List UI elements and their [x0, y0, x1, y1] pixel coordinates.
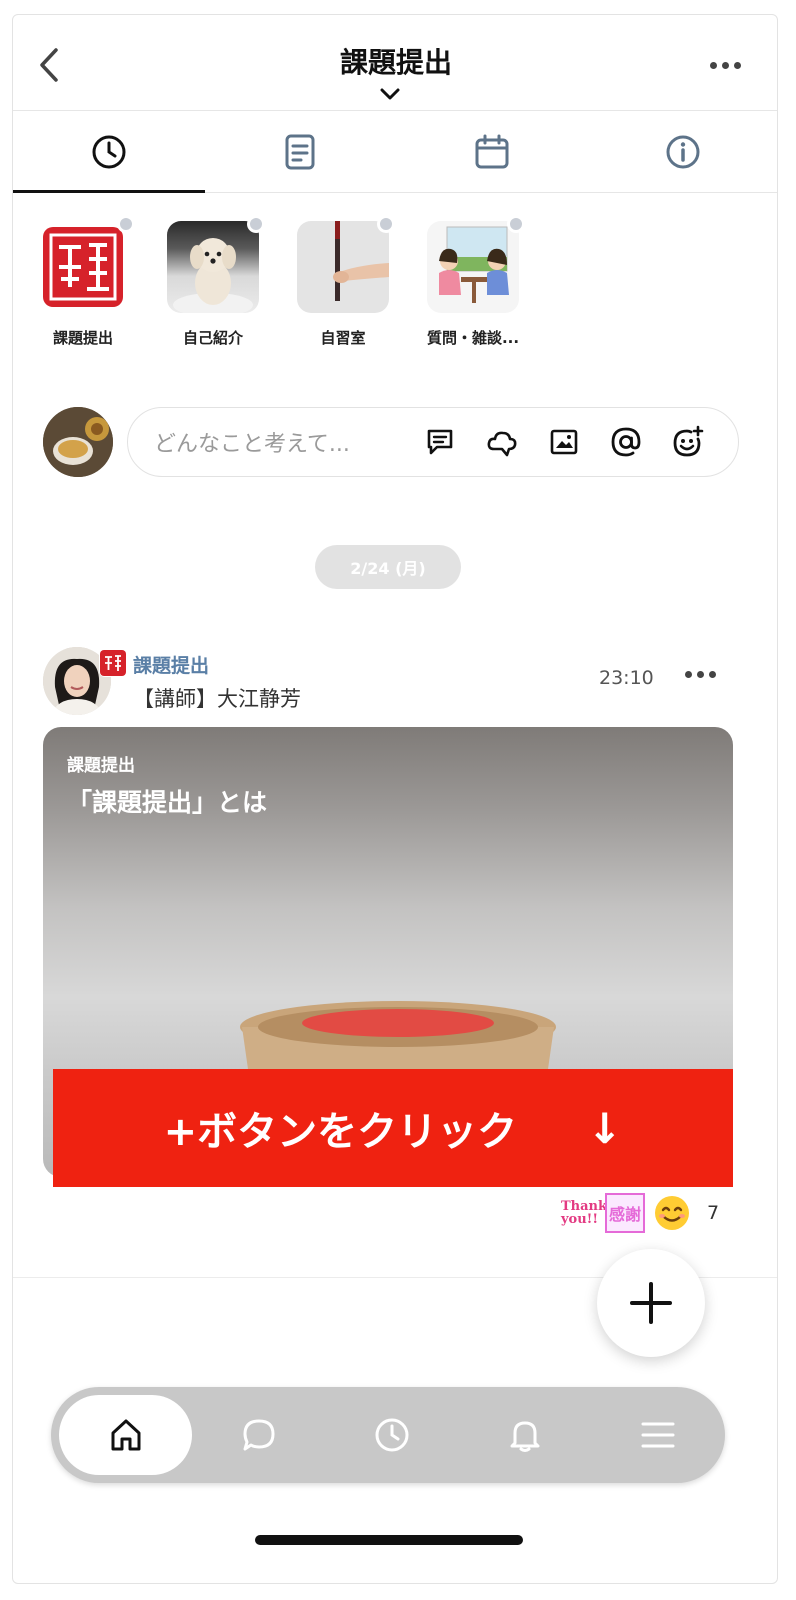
- plus-icon: [630, 1282, 672, 1324]
- clock-icon: [375, 1418, 409, 1452]
- chevron-down-icon[interactable]: [378, 85, 402, 103]
- nav-chat[interactable]: [192, 1395, 325, 1475]
- reaction-count: 7: [707, 1202, 720, 1224]
- bottom-nav: [51, 1387, 725, 1483]
- smile-emoji-icon[interactable]: [653, 1194, 691, 1232]
- menu-icon: [641, 1422, 675, 1448]
- nav-notifications[interactable]: [459, 1395, 592, 1475]
- tab-bar: [13, 111, 778, 193]
- unread-dot: [507, 215, 525, 233]
- calendar-icon: [475, 134, 509, 168]
- card-title: 「課題提出」とは: [67, 788, 268, 817]
- tab-documents[interactable]: [205, 111, 397, 192]
- channel-item-study-room[interactable]: 自習室: [297, 215, 395, 348]
- app-screen: 課題提出 課題提出 自己紹介 自習室 質問・雑談... どんなこと考えて... …: [12, 14, 778, 1584]
- post-author-name[interactable]: 【講師】大江静芳: [133, 683, 301, 713]
- channel-item-questions[interactable]: 質問・雑談...: [426, 215, 525, 348]
- document-icon: [285, 134, 315, 169]
- info-icon: [666, 135, 700, 168]
- clock-icon: [92, 135, 126, 168]
- message-icon[interactable]: [422, 424, 458, 460]
- unread-dot: [377, 215, 395, 233]
- card-kicker: 課題提出: [67, 756, 135, 776]
- page-title[interactable]: 課題提出: [13, 41, 777, 81]
- bell-icon: [510, 1421, 540, 1452]
- top-bar: 課題提出: [13, 15, 777, 111]
- reaction-bar[interactable]: Thank you!! 感謝 7: [561, 1193, 719, 1233]
- channel-label: 質問・雑談...: [426, 329, 520, 347]
- channel-label: 自習室: [320, 329, 366, 347]
- unread-dot: [247, 215, 265, 233]
- channel-item-assignment[interactable]: 課題提出: [37, 215, 135, 348]
- composer-actions: [422, 424, 706, 460]
- more-dot: [709, 61, 717, 69]
- stamp-line: you!!: [561, 1212, 599, 1227]
- more-dot: [733, 61, 741, 69]
- kansha-stamp[interactable]: 感謝: [605, 1193, 645, 1233]
- tab-info[interactable]: [588, 111, 778, 192]
- nav-activity[interactable]: [325, 1395, 458, 1475]
- image-icon[interactable]: [546, 424, 582, 460]
- channel-label: 課題提出: [52, 329, 113, 347]
- composer-placeholder[interactable]: どんなこと考えて...: [154, 426, 412, 458]
- cloud-icon[interactable]: [484, 424, 520, 460]
- emoji-add-icon[interactable]: [670, 424, 706, 460]
- user-avatar[interactable]: [43, 407, 113, 477]
- nav-home[interactable]: [59, 1395, 193, 1475]
- cafe-illustration: [427, 221, 519, 313]
- channel-label: 自己紹介: [182, 329, 243, 347]
- channel-seal-icon: [99, 649, 127, 677]
- post-more-button[interactable]: [685, 671, 716, 678]
- tab-timeline[interactable]: [13, 111, 205, 193]
- tab-calendar[interactable]: [396, 111, 588, 192]
- chat-icon: [243, 1419, 275, 1451]
- nav-menu[interactable]: [592, 1395, 725, 1475]
- brush-photo: [297, 221, 389, 313]
- more-dot: [709, 671, 716, 678]
- home-indicator: [255, 1535, 523, 1545]
- cta-banner: +ボタンをクリック ↓: [53, 1069, 733, 1187]
- post-timestamp: 23:10: [599, 667, 654, 689]
- seal-icon: [37, 221, 129, 313]
- at-icon[interactable]: [608, 424, 644, 460]
- unread-dot: [117, 215, 135, 233]
- arrow-down-icon: ↓: [587, 1103, 623, 1153]
- more-dot: [697, 671, 704, 678]
- channel-item-introduction[interactable]: 自己紹介: [167, 215, 265, 348]
- post-channel-link[interactable]: 課題提出: [133, 651, 209, 678]
- home-icon: [111, 1419, 141, 1451]
- more-button[interactable]: [705, 53, 745, 77]
- dog-photo: [167, 221, 259, 313]
- more-dot: [721, 61, 729, 69]
- cta-label: +ボタンをクリック: [163, 1109, 518, 1155]
- post-composer[interactable]: どんなこと考えて...: [127, 407, 739, 477]
- date-separator: 2/24 (月): [315, 545, 461, 589]
- channel-list: 課題提出 自己紹介 自習室 質問・雑談...: [37, 215, 525, 348]
- add-post-button[interactable]: [597, 1249, 705, 1357]
- more-dot: [685, 671, 692, 678]
- thank-you-stamp[interactable]: Thank you!!: [561, 1200, 607, 1227]
